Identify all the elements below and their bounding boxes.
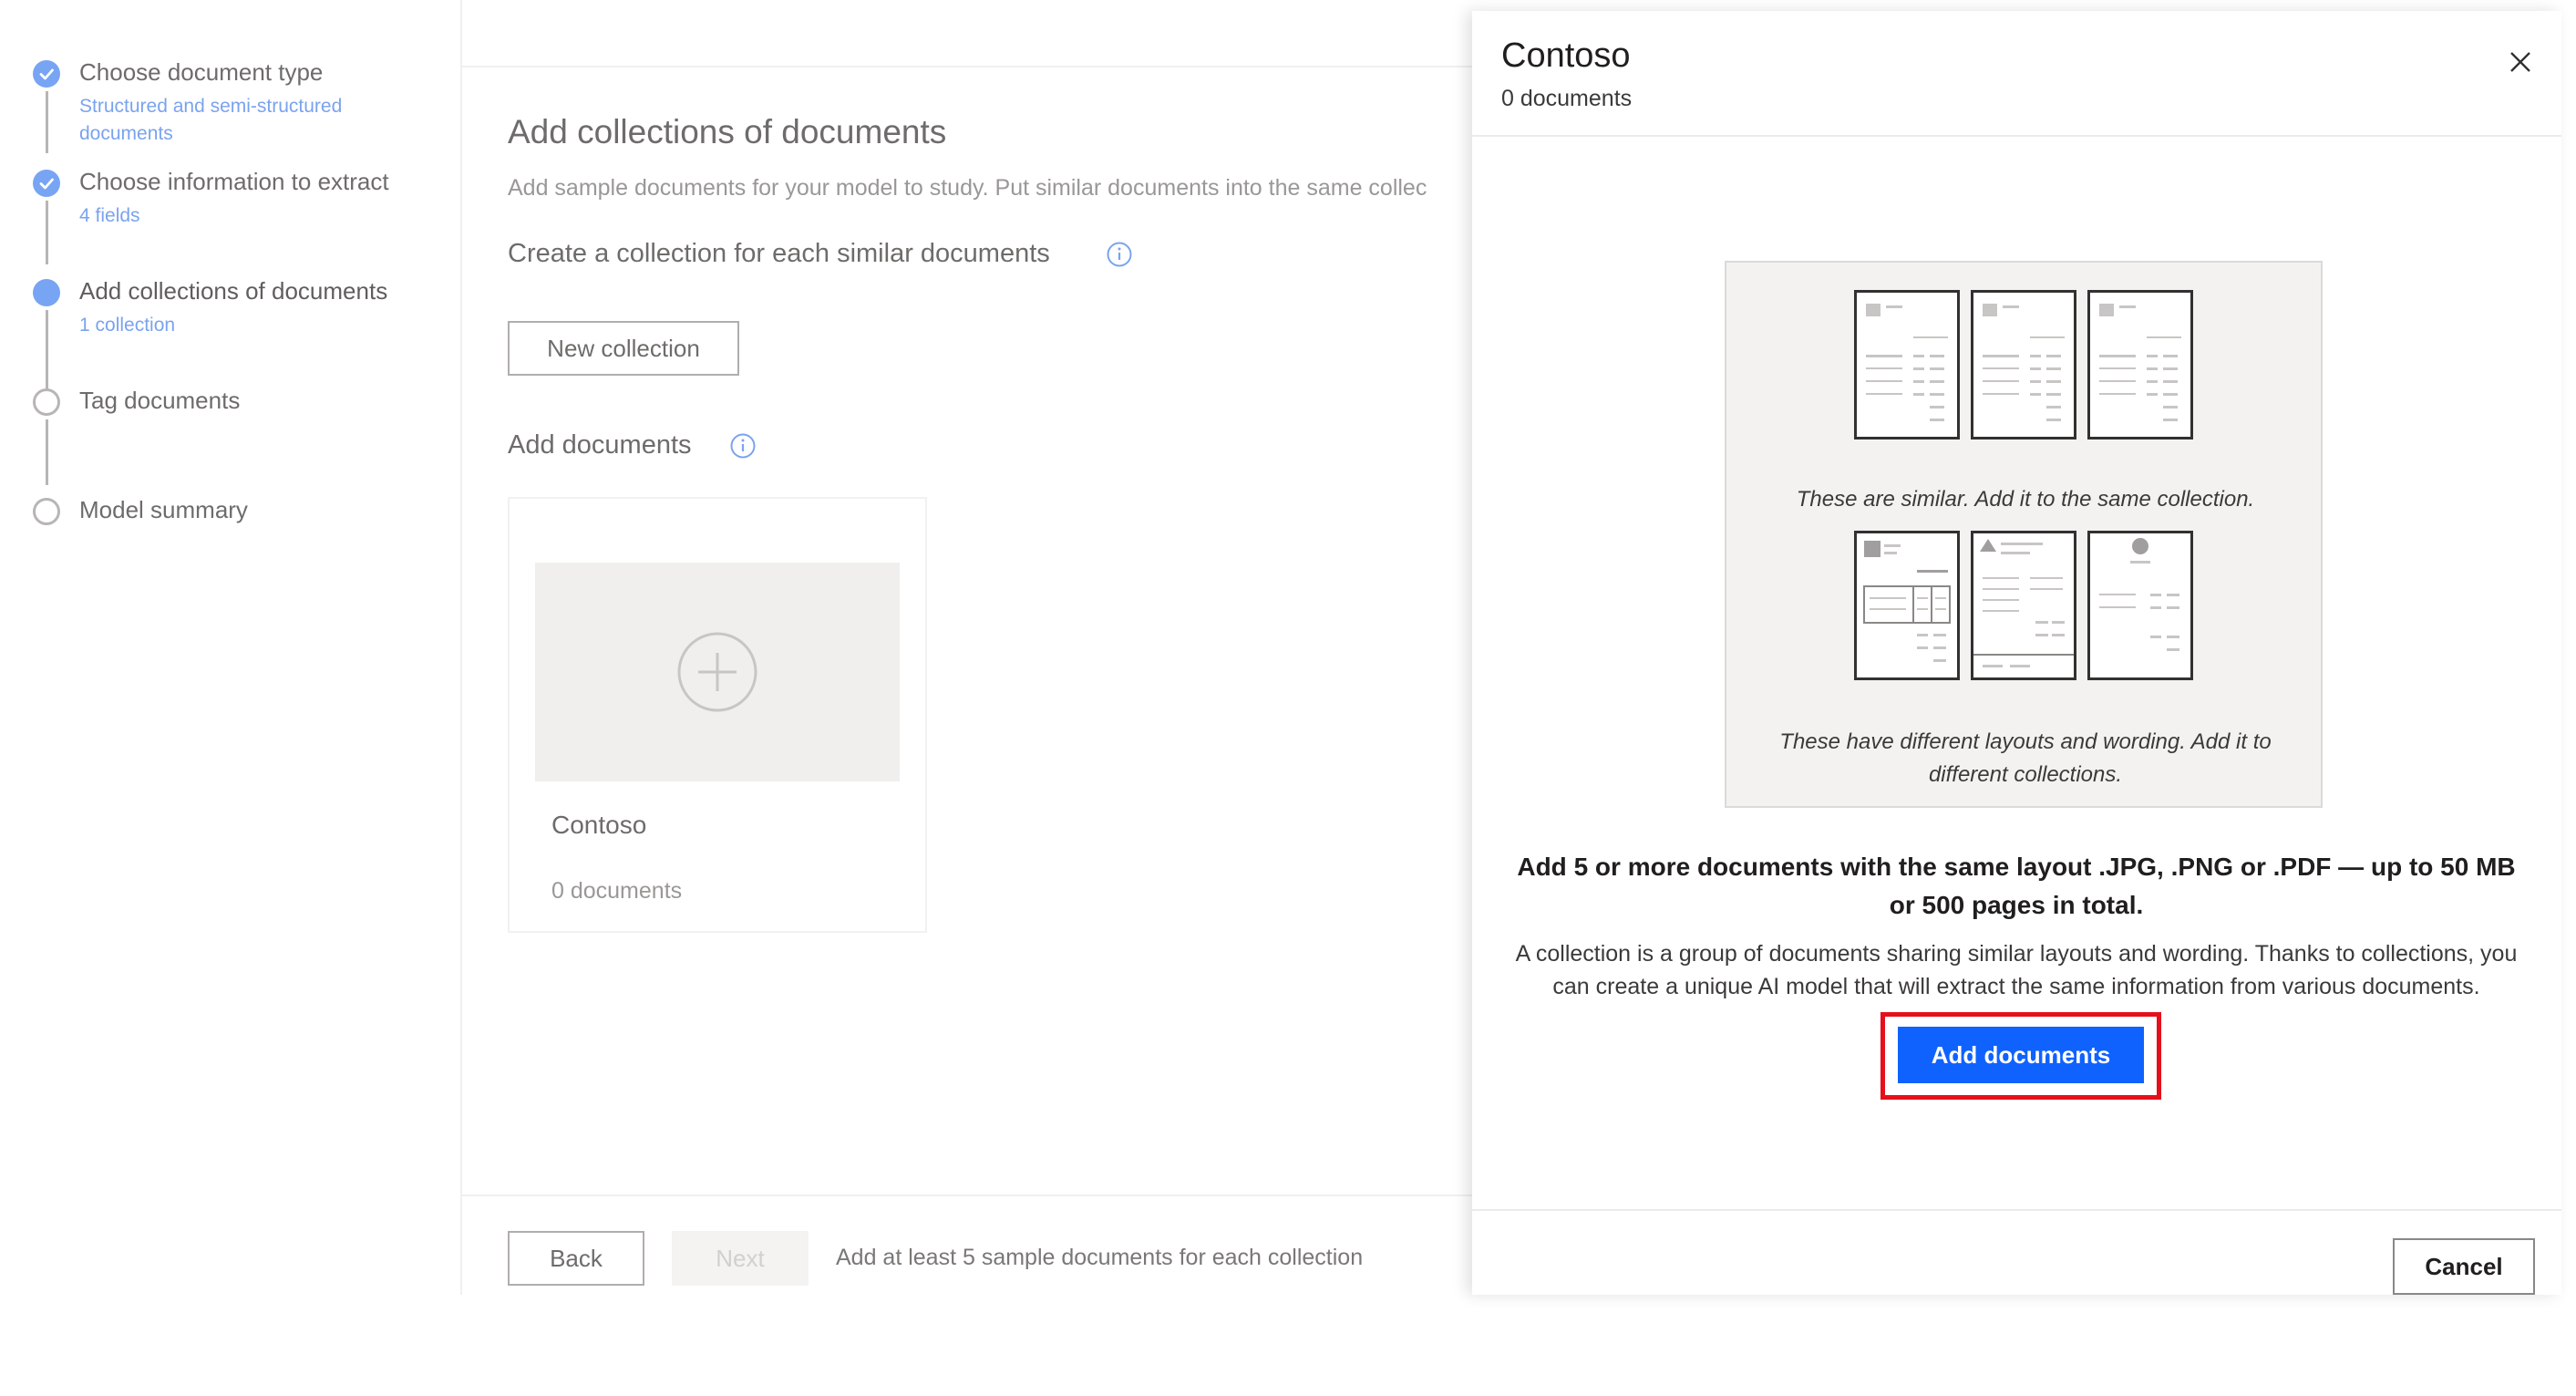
table-document-icon <box>1854 531 1960 680</box>
step-empty-icon <box>33 388 60 416</box>
similar-document-icon <box>1854 290 1960 439</box>
new-collection-button[interactable]: New collection <box>508 321 739 376</box>
footer-hint: Add at least 5 sample documents for each… <box>836 1245 1364 1270</box>
step-empty-icon <box>33 498 60 525</box>
step-subtitle: 4 fields <box>79 205 140 226</box>
different-caption: These have different layouts and wording… <box>1779 729 2272 787</box>
similar-document-icon <box>2087 290 2193 439</box>
page-description: Add sample documents for your model to s… <box>508 175 1427 201</box>
info-icon[interactable] <box>729 432 757 460</box>
step-title: Choose document type <box>79 58 324 86</box>
add-documents-heading: Add documents <box>508 430 692 460</box>
collection-name: Contoso <box>551 811 647 839</box>
panel-title: Contoso <box>1501 36 1631 75</box>
back-button[interactable]: Back <box>508 1231 644 1286</box>
step-subtitle: Structured and semi-structured documents <box>79 96 343 144</box>
divider <box>1472 1209 2561 1211</box>
collection-explanation: A collection is a group of documents sha… <box>1515 941 2518 999</box>
panel-document-count: 0 documents <box>1501 86 1633 111</box>
close-icon[interactable] <box>2502 44 2539 80</box>
step-connector <box>46 91 48 153</box>
circle-document-icon <box>2087 531 2193 680</box>
collection-card[interactable]: Contoso 0 documents <box>508 497 927 933</box>
collection-panel: Contoso 0 documents These are similar. A… <box>1472 11 2561 1295</box>
upload-requirements: Add 5 or more documents with the same la… <box>1517 853 2516 919</box>
page-title: Add collections of documents <box>508 113 947 150</box>
step-check-icon <box>33 60 60 88</box>
create-collection-heading: Create a collection for each similar doc… <box>508 239 1050 268</box>
triangle-document-icon <box>1971 531 2076 680</box>
step-connector <box>46 201 48 264</box>
main-content: Add collections of documents Add sample … <box>460 0 1474 1295</box>
collection-document-count: 0 documents <box>551 878 683 904</box>
step-check-icon <box>33 170 60 197</box>
collection-illustration: These are similar. Add it to the same co… <box>1725 261 2323 808</box>
collection-thumbnail[interactable] <box>535 563 900 781</box>
step-connector <box>46 310 48 390</box>
divider <box>1472 135 2561 137</box>
step-connector <box>46 419 48 485</box>
step-subtitle: 1 collection <box>79 315 176 336</box>
step-title: Choose information to extract <box>79 168 389 195</box>
divider <box>462 1194 1474 1196</box>
step-title: Add collections of documents <box>79 277 388 305</box>
step-title: Tag documents <box>79 387 241 414</box>
similar-document-icon <box>1971 290 2076 439</box>
add-documents-button[interactable]: Add documents <box>1898 1027 2144 1083</box>
next-button[interactable]: Next <box>672 1231 809 1286</box>
cancel-button[interactable]: Cancel <box>2393 1238 2535 1295</box>
step-title: Model summary <box>79 496 248 523</box>
wizard-stepper: Choose document type Structured and semi… <box>0 0 460 1295</box>
info-icon[interactable] <box>1106 241 1133 268</box>
step-current-icon <box>33 279 60 306</box>
similar-caption: These are similar. Add it to the same co… <box>1796 487 2255 512</box>
add-icon <box>677 632 757 712</box>
divider <box>462 66 1474 67</box>
